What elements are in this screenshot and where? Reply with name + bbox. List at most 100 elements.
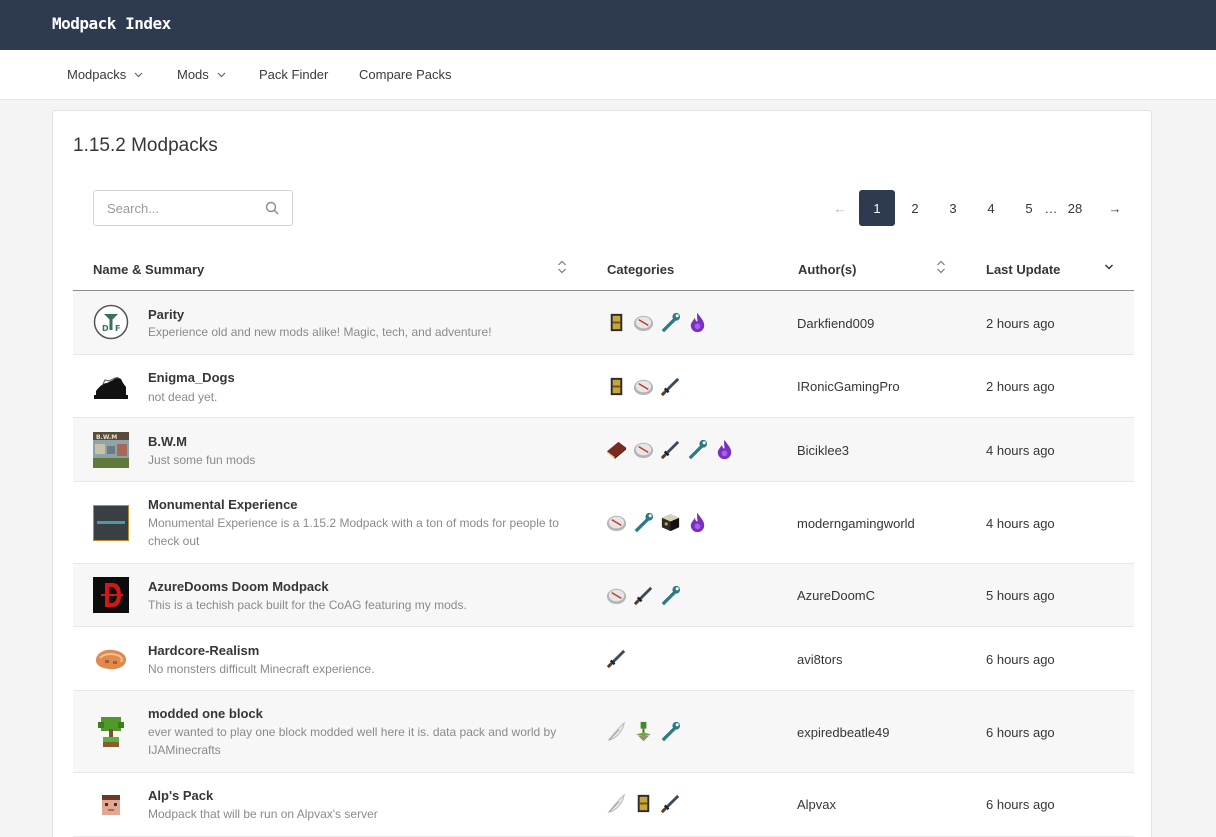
pack-last-update: 4 hours ago: [986, 516, 1055, 531]
feather-icon[interactable]: [605, 792, 628, 815]
skyblock-island-icon[interactable]: [632, 720, 655, 743]
table-row[interactable]: D F Parity Experience old and new mods a…: [73, 291, 1134, 355]
category-list: [605, 438, 736, 462]
crafting-block-icon[interactable]: [659, 511, 682, 534]
wrench-icon[interactable]: [659, 584, 682, 607]
wrench-icon[interactable]: [659, 720, 682, 743]
sword-icon[interactable]: [659, 792, 682, 815]
feather-icon[interactable]: [605, 720, 628, 743]
main-nav: Modpacks Mods Pack Finder Compare Packs: [0, 50, 1216, 100]
pack-logo-parity[interactable]: D F: [93, 304, 129, 340]
sword-icon[interactable]: [659, 438, 682, 461]
sword-icon[interactable]: [605, 647, 628, 670]
table-row[interactable]: Hardcore-Realism No monsters difficult M…: [73, 627, 1134, 691]
wrench-icon[interactable]: [632, 511, 655, 534]
nav-modpacks[interactable]: Modpacks: [67, 67, 143, 82]
chest-icon[interactable]: [632, 792, 655, 815]
pack-last-update: 4 hours ago: [986, 443, 1055, 458]
search-icon[interactable]: [265, 201, 279, 215]
chevron-down-icon: [134, 72, 143, 77]
column-categories: Categories: [607, 262, 675, 277]
chest-icon[interactable]: [605, 375, 628, 398]
book-icon[interactable]: [605, 438, 628, 461]
magic-flame-icon[interactable]: [713, 438, 736, 461]
nav-modpacks-label: Modpacks: [67, 67, 127, 82]
nav-mods[interactable]: Mods: [177, 67, 226, 82]
sort-descending-icon[interactable]: [1104, 263, 1114, 271]
column-last-update[interactable]: Last Update: [986, 262, 1060, 277]
search-input[interactable]: [94, 191, 264, 225]
compass-icon[interactable]: [632, 311, 655, 334]
pack-logo-hardcore-realism[interactable]: [93, 641, 129, 677]
page-2-button[interactable]: 2: [897, 190, 933, 226]
compass-icon[interactable]: [605, 584, 628, 607]
pack-logo-enigma-dogs[interactable]: [93, 367, 129, 403]
pack-name[interactable]: Parity: [148, 307, 184, 322]
compass-icon[interactable]: [632, 438, 655, 461]
sort-icon[interactable]: [936, 260, 946, 274]
page-28-button[interactable]: 28: [1057, 190, 1093, 226]
category-list: [605, 647, 628, 671]
category-list: [605, 511, 709, 535]
compass-icon[interactable]: [605, 511, 628, 534]
pack-author[interactable]: expiredbeatle49: [797, 725, 890, 740]
sword-icon[interactable]: [632, 584, 655, 607]
pack-name[interactable]: Alp's Pack: [148, 788, 213, 803]
pack-author[interactable]: avi8tors: [797, 652, 843, 667]
pack-last-update: 2 hours ago: [986, 316, 1055, 331]
table-row[interactable]: Alp's Pack Modpack that will be run on A…: [73, 773, 1134, 837]
pack-last-update: 2 hours ago: [986, 379, 1055, 394]
site-logo[interactable]: Modpack Index: [52, 14, 171, 33]
table-row[interactable]: Enigma_Dogs not dead yet. IRonicGamingPr…: [73, 355, 1134, 418]
pack-last-update: 6 hours ago: [986, 652, 1055, 667]
nav-pack-finder[interactable]: Pack Finder: [259, 67, 328, 82]
page-3-button[interactable]: 3: [935, 190, 971, 226]
pack-name[interactable]: B.W.M: [148, 434, 187, 449]
nav-compare-packs[interactable]: Compare Packs: [359, 67, 451, 82]
pack-name[interactable]: Hardcore-Realism: [148, 643, 259, 658]
pack-logo-alps-pack[interactable]: [93, 787, 129, 823]
pack-summary: Monumental Experience is a 1.15.2 Modpac…: [148, 516, 559, 548]
category-list: [605, 584, 682, 608]
category-list: [605, 720, 682, 744]
table-row[interactable]: B.W.M B.W.M Just some fun mods Biciklee3…: [73, 418, 1134, 482]
pack-logo-bwm[interactable]: B.W.M: [93, 432, 129, 468]
prev-page-button[interactable]: ←: [825, 190, 855, 226]
pack-summary: Modpack that will be run on Alpvax's ser…: [148, 807, 378, 821]
next-page-button[interactable]: →: [1097, 190, 1133, 226]
wrench-icon[interactable]: [686, 438, 709, 461]
page-1-button[interactable]: 1: [859, 190, 895, 226]
table-row[interactable]: Monumental Experience Monumental Experie…: [73, 482, 1134, 564]
pack-name[interactable]: Enigma_Dogs: [148, 370, 235, 385]
search-box[interactable]: [93, 190, 293, 226]
pack-logo-modded-one-block[interactable]: [93, 714, 129, 750]
category-list: [605, 375, 682, 399]
category-list: [605, 792, 682, 816]
compass-icon[interactable]: [632, 375, 655, 398]
sort-icon[interactable]: [557, 260, 567, 274]
pack-author[interactable]: Biciklee3: [797, 443, 849, 458]
chest-icon[interactable]: [605, 311, 628, 334]
page-4-button[interactable]: 4: [973, 190, 1009, 226]
magic-flame-icon[interactable]: [686, 511, 709, 534]
pack-author[interactable]: AzureDoomC: [797, 588, 875, 603]
pack-logo-monumental-experience[interactable]: [93, 505, 129, 541]
column-authors[interactable]: Author(s): [798, 262, 857, 277]
svg-text:D: D: [102, 324, 109, 333]
magic-flame-icon[interactable]: [686, 311, 709, 334]
pack-author[interactable]: Alpvax: [797, 797, 836, 812]
pack-logo-azuredooms[interactable]: [93, 577, 129, 613]
pack-author[interactable]: moderngamingworld: [797, 516, 915, 531]
sword-icon[interactable]: [659, 375, 682, 398]
column-name-summary[interactable]: Name & Summary: [93, 262, 204, 277]
pack-author[interactable]: IRonicGamingPro: [797, 379, 900, 394]
page-5-button[interactable]: 5: [1011, 190, 1047, 226]
pack-name[interactable]: Monumental Experience: [148, 497, 298, 512]
table-row[interactable]: AzureDooms Doom Modpack This is a techis…: [73, 564, 1134, 627]
pack-name[interactable]: modded one block: [148, 706, 263, 721]
table-row[interactable]: modded one block ever wanted to play one…: [73, 691, 1134, 773]
pack-last-update: 5 hours ago: [986, 588, 1055, 603]
pack-name[interactable]: AzureDooms Doom Modpack: [148, 579, 329, 594]
pack-author[interactable]: Darkfiend009: [797, 316, 874, 331]
wrench-icon[interactable]: [659, 311, 682, 334]
